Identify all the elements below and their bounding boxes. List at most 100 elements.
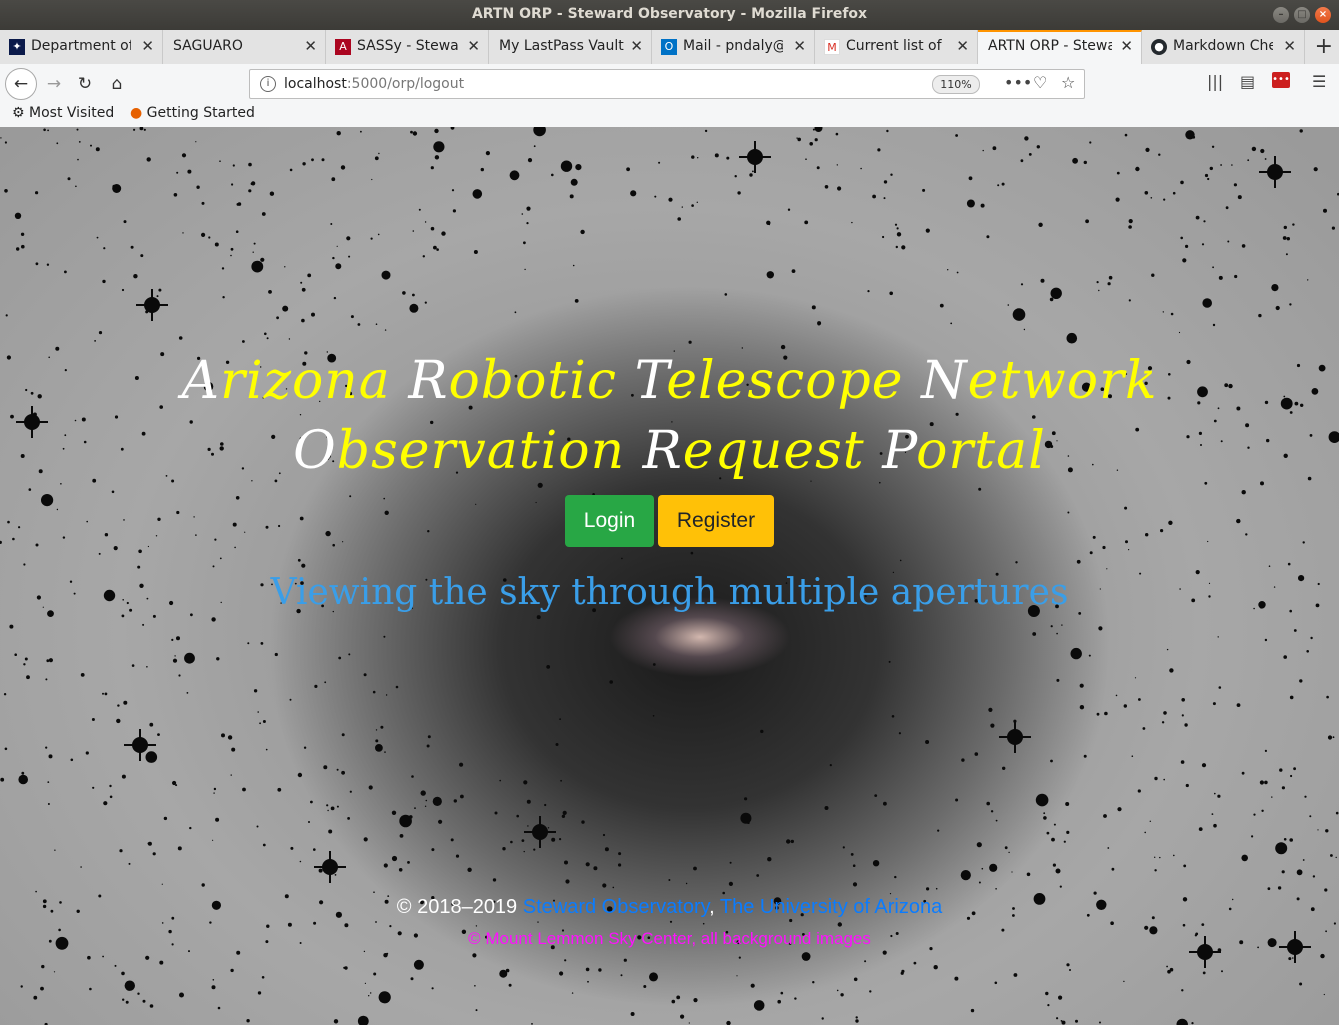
background-star [35,890,37,893]
background-star [216,657,220,661]
tab-markdown[interactable]: ● Markdown Che ✕ [1142,30,1305,64]
minimize-button[interactable]: – [1273,7,1289,23]
pocket-icon[interactable]: ♡ [1033,73,1047,92]
reload-button[interactable]: ↻ [71,70,99,98]
url-text[interactable]: localhost:5000/orp/logout [284,76,464,92]
background-star [901,969,905,973]
background-star [4,189,8,193]
library-icon[interactable]: ||| [1207,72,1223,91]
background-star [570,178,578,186]
background-star [289,168,293,172]
bookmark-most-visited[interactable]: ⚙ Most Visited [12,105,114,121]
tab-saguaro[interactable]: SAGUARO ✕ [163,30,326,64]
maximize-button[interactable]: □ [1294,7,1310,23]
background-star [1211,145,1215,148]
bookmark-star-icon[interactable]: ☆ [1061,73,1075,92]
back-button[interactable]: ← [5,68,37,100]
background-star [968,176,973,181]
background-star [521,839,525,842]
tab-sassy[interactable]: A SASSy - Steward ✕ [326,30,489,64]
address-bar[interactable]: i localhost:5000/orp/logout 110% ••• ♡ ☆ [249,69,1085,99]
background-star [1201,763,1207,768]
background-star [236,950,241,955]
tab-artn-orp[interactable]: ARTN ORP - Stewar ✕ [978,30,1142,64]
background-star [1302,541,1305,544]
tab-mail[interactable]: O Mail - pndaly@ ✕ [652,30,815,64]
background-star [149,722,154,727]
close-tab-icon[interactable]: ✕ [793,37,806,55]
background-star [544,803,547,807]
background-star [195,141,197,143]
close-tab-icon[interactable]: ✕ [1283,37,1296,55]
site-info-icon[interactable]: i [260,76,276,92]
menu-hamburger-icon[interactable]: ☰ [1312,72,1326,91]
close-tab-icon[interactable]: ✕ [141,37,154,55]
title-word: Telescope [634,351,904,411]
bookmark-getting-started[interactable]: ● Getting Started [130,105,255,121]
tab-lastpass[interactable]: My LastPass Vault ✕ [489,30,652,64]
background-star [60,483,62,485]
background-star [809,142,813,146]
background-star [1292,957,1294,959]
background-star [301,563,306,568]
background-star [109,784,112,788]
background-star [94,340,96,342]
close-tab-icon[interactable]: ✕ [956,37,969,55]
background-star [564,860,568,865]
sidebar-icon[interactable]: ▤ [1240,72,1255,91]
close-tab-icon[interactable]: ✕ [304,37,317,55]
background-star [1124,133,1128,137]
background-star [161,883,163,885]
background-star [47,129,49,132]
background-star [424,221,427,223]
login-button[interactable]: Login [565,495,654,547]
background-star [704,129,708,133]
background-star [303,746,307,749]
zoom-level-badge[interactable]: 110% [932,75,980,94]
tab-department[interactable]: ✦ Department of ✕ [0,30,163,64]
background-star [348,653,351,656]
close-tab-icon[interactable]: ✕ [1120,37,1133,55]
steward-observatory-link[interactable]: Steward Observatory [523,896,709,918]
university-of-arizona-link[interactable]: The University of Arizona [720,896,942,918]
background-star [1277,886,1282,890]
background-star [872,194,876,199]
background-star [777,999,781,1004]
background-star [90,144,92,147]
background-star [986,801,990,806]
background-star [260,257,265,262]
background-star [1207,177,1210,181]
background-star [20,985,23,988]
page-actions-icon[interactable]: ••• [1004,73,1032,92]
close-window-button[interactable]: × [1315,7,1331,23]
background-star [308,821,310,823]
close-tab-icon[interactable]: ✕ [467,37,480,55]
background-star [894,223,898,226]
background-star [1203,220,1206,223]
background-star [21,771,25,775]
background-star [325,530,331,537]
close-tab-icon[interactable]: ✕ [630,37,643,55]
register-button[interactable]: Register [658,495,774,547]
background-star [1166,648,1169,651]
new-tab-button[interactable]: + [1315,34,1333,59]
background-bright-star [747,149,763,165]
background-star [1251,835,1254,838]
tab-label: Markdown Che [1173,38,1273,54]
background-star [1202,971,1206,975]
forward-button[interactable]: → [40,70,68,98]
home-button[interactable]: ⌂ [103,70,131,98]
background-star [510,840,513,844]
background-star [1032,415,1036,419]
background-star [374,156,379,161]
background-star [676,995,681,1000]
background-star [1289,303,1292,306]
background-star [384,510,389,515]
lastpass-extension-icon[interactable]: ••• [1272,72,1290,88]
background-star [157,733,160,736]
tab-current-list[interactable]: M Current list of ✕ [815,30,978,64]
background-star [43,128,46,132]
back-arrow-icon: ← [13,74,29,94]
background-star [441,231,446,236]
background-star [1307,279,1309,281]
